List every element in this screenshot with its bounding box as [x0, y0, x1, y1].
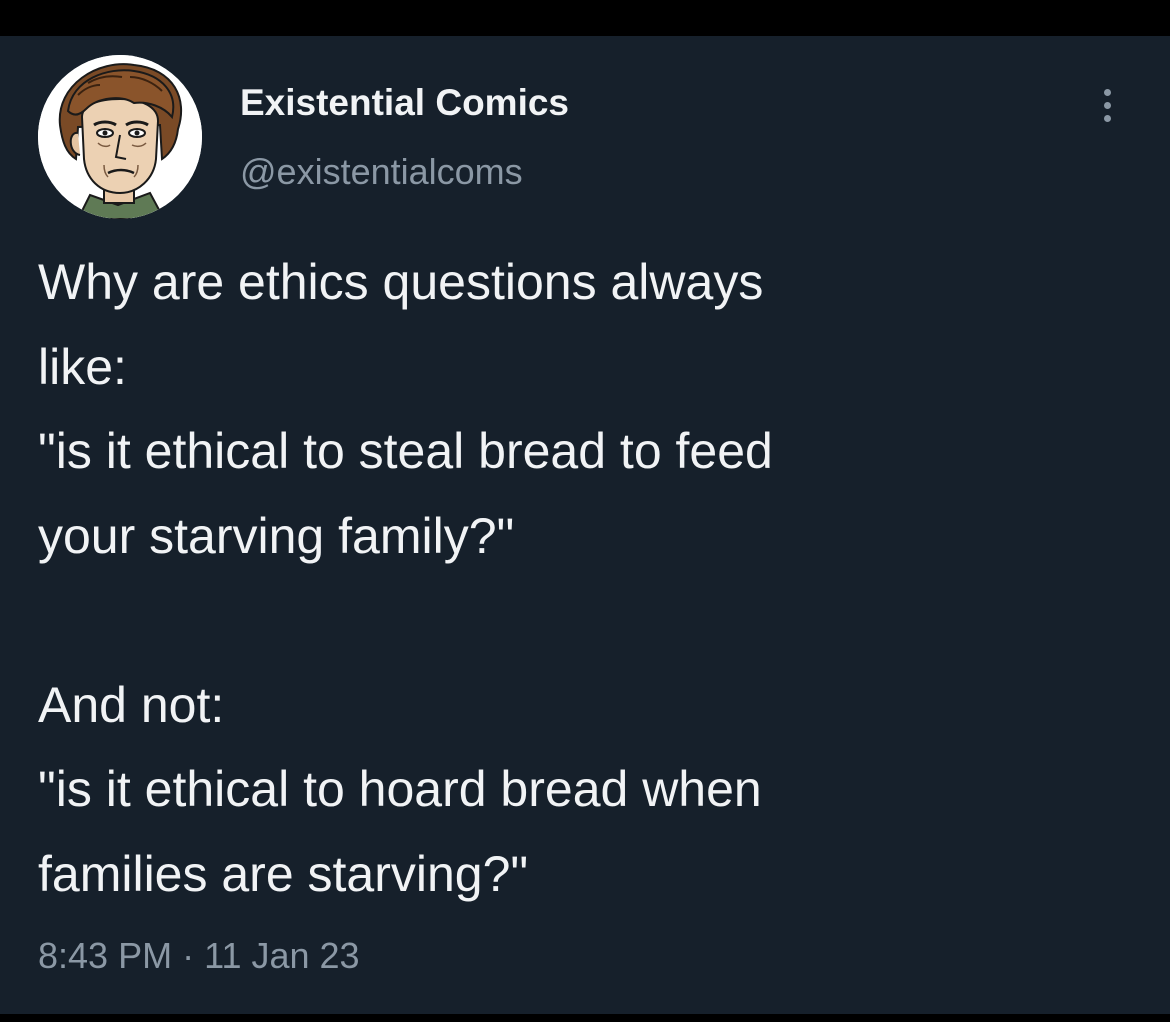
more-options-button[interactable] — [1092, 80, 1124, 132]
tweet-line: your starving family?" — [38, 507, 515, 564]
more-options-icon — [1104, 89, 1111, 96]
tweet-time: 8:43 PM — [38, 935, 173, 976]
tweet-line: "is it ethical to steal bread to feed — [38, 423, 773, 479]
tweet-line: Why are ethics questions always — [38, 254, 764, 310]
tweet-line — [38, 578, 1148, 663]
tweet-line: And not: — [38, 676, 225, 733]
tweet-line: families are starving?" — [38, 845, 529, 902]
user-handle[interactable]: @existentialcoms — [240, 150, 523, 194]
tweet-timestamp[interactable]: 8:43 PM · 11 Jan 23 — [38, 932, 360, 980]
more-options-icon — [1104, 115, 1111, 122]
tweet-text: Why are ethics questions always like: "i… — [38, 240, 1148, 916]
timestamp-separator: · — [182, 935, 195, 976]
bottom-border — [0, 1014, 1170, 1022]
tweet-line: like: — [38, 338, 127, 395]
tweet-line: "is it ethical to hoard bread when — [38, 761, 762, 817]
tweet-date: 11 Jan 23 — [204, 935, 360, 976]
more-options-icon — [1104, 102, 1111, 109]
display-name[interactable]: Existential Comics — [240, 80, 569, 126]
avatar[interactable] — [38, 55, 202, 219]
cartoon-portrait-icon — [38, 55, 202, 219]
